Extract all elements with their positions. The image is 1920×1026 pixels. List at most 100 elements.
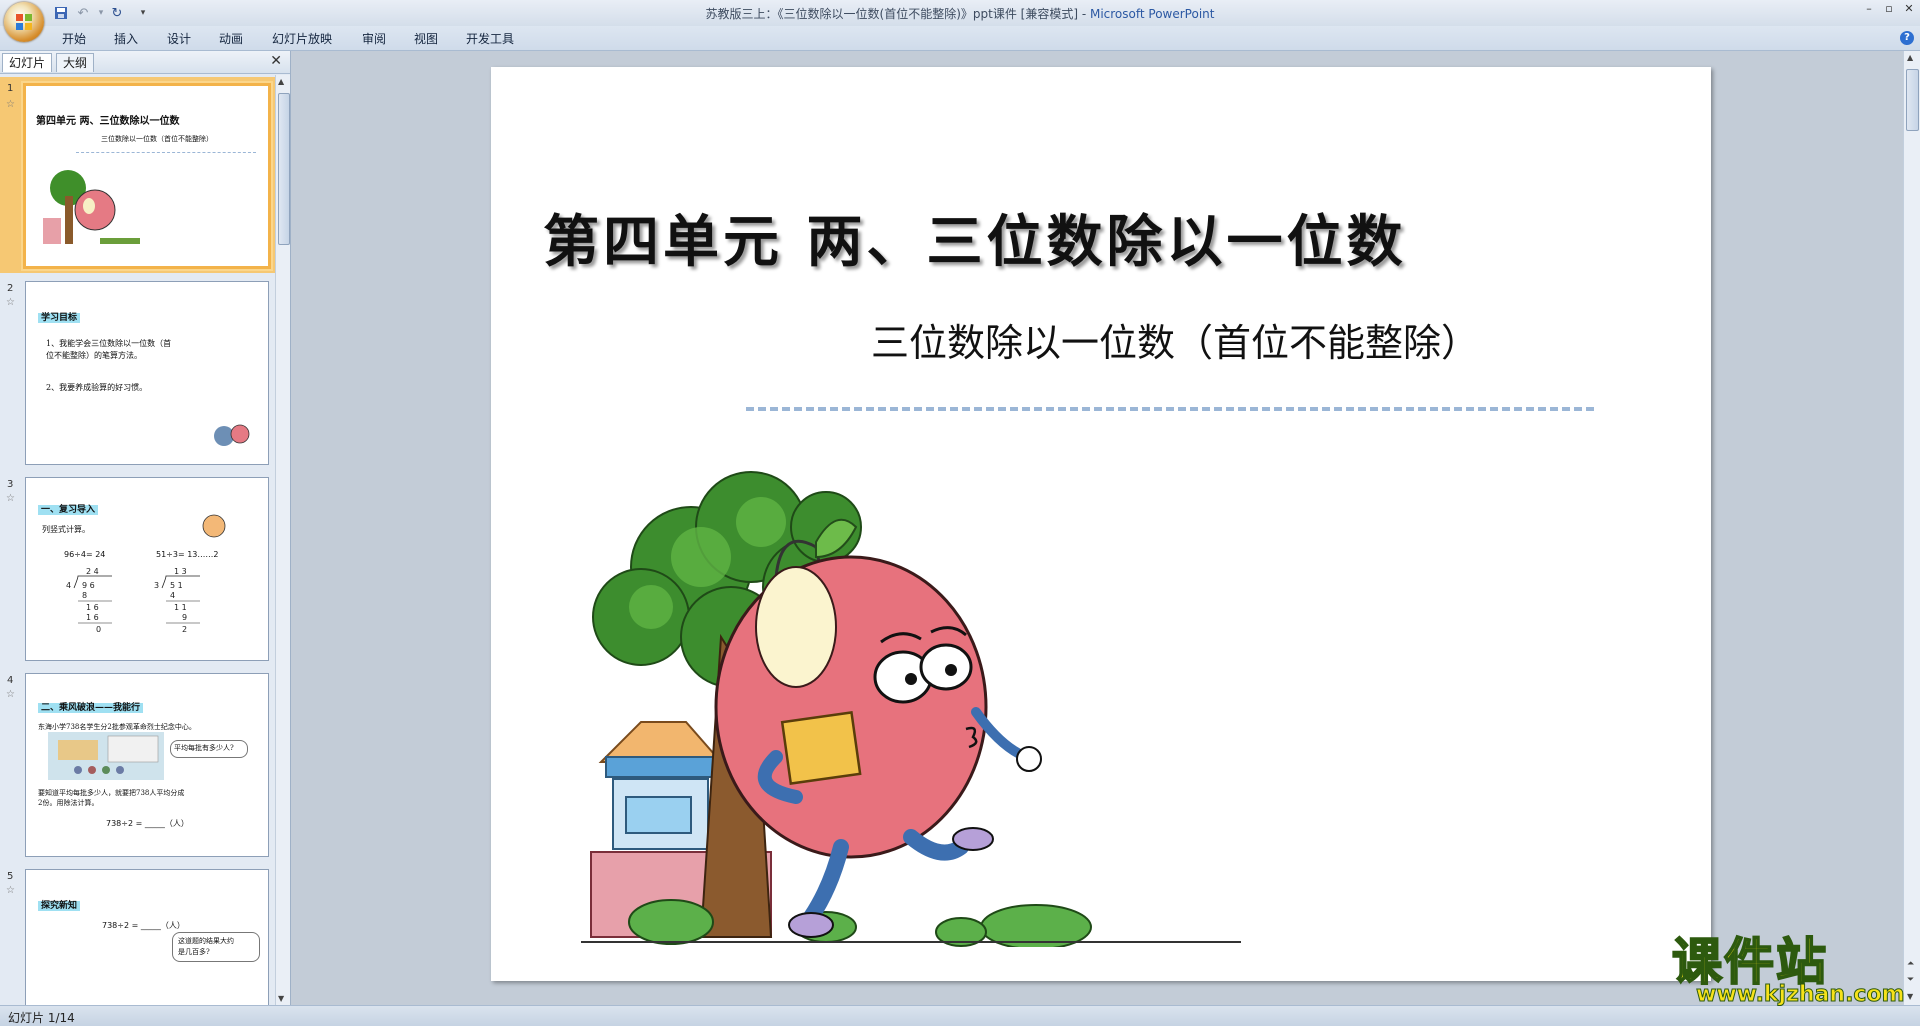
thumb-apple-illustration (43, 170, 140, 244)
thumb-character-icon (214, 424, 250, 446)
svg-text:9: 9 (182, 613, 187, 622)
svg-text:1 6: 1 6 (86, 613, 99, 622)
slide-thumbnail-2[interactable]: 学习目标 1、我能学会三位数除以一位数（首 位不能整除）的笔算方法。 2、我要养… (25, 281, 269, 465)
thumb-heading-text: 学习目标 (38, 313, 81, 323)
slide-thumbnail-1[interactable]: 第四单元 两、三位数除以一位数 三位数除以一位数（首位不能整除） (23, 83, 271, 269)
thumb-line: 2份。用除法计算。 (38, 799, 99, 807)
transition-icon: ☆ (6, 99, 15, 110)
tab-view[interactable]: 视图 (414, 30, 438, 47)
dashed-divider (746, 407, 1594, 411)
status-bar: 幻灯片 1/14 (0, 1005, 1920, 1026)
thumb-character-icon (202, 514, 226, 538)
thumb-number: 3 (7, 479, 14, 490)
thumb-line: 是几百多? (178, 948, 210, 956)
restore-icon[interactable]: ▫ (1880, 2, 1898, 16)
thumb-subtitle: 三位数除以一位数（首位不能整除） (101, 135, 213, 143)
svg-text:1 3: 1 3 (174, 567, 187, 576)
minimize-icon[interactable]: – (1860, 2, 1878, 16)
transition-icon: ☆ (6, 297, 15, 308)
slide-thumbnail-5[interactable]: 探究新知 738÷2 = _____（人） 这道题的结果大约 是几百多? (25, 869, 269, 1005)
title-app-name: Microsoft PowerPoint (1089, 7, 1215, 21)
thumb-line: 738÷2 = _____（人） (102, 921, 185, 930)
tab-slideshow[interactable]: 幻灯片放映 (272, 30, 332, 47)
thumb-title: 第四单元 两、三位数除以一位数 (36, 116, 180, 127)
tab-home[interactable]: 开始 (62, 30, 86, 47)
scroll-down-icon[interactable]: ▼ (278, 994, 284, 1003)
thumb-heading: 探究新知 (38, 898, 81, 911)
tab-outline[interactable]: 大纲 (56, 53, 95, 72)
tab-animations[interactable]: 动画 (219, 30, 243, 47)
thumb-line: 51÷3= 13……2 (156, 550, 219, 559)
slide-title[interactable]: 第四单元 两、三位数除以一位数 (543, 197, 1407, 278)
panel-close-icon[interactable]: ✕ (270, 53, 282, 69)
slide-workspace: 第四单元 两、三位数除以一位数 三位数除以一位数（首位不能整除） (291, 51, 1904, 1005)
tab-insert[interactable]: 插入 (114, 30, 138, 47)
tab-slides[interactable]: 幻灯片 (2, 53, 53, 72)
thumb-heading-text: 二、乘风破浪——我能行 (38, 703, 144, 713)
slides-panel: 幻灯片 大纲 ✕ 1 ☆ 第四单元 两、三位数除以一位数 三位数除以一位数（首位… (0, 51, 291, 1005)
transition-icon: ☆ (6, 689, 15, 700)
svg-text:4: 4 (66, 581, 71, 590)
thumb-line: 1、我能学会三位数除以一位数（首 (46, 339, 172, 348)
thumb-line: 平均每批有多少人? (174, 744, 234, 752)
thumb-heading-text: 探究新知 (38, 901, 81, 911)
thumb-line: 2、我要养成验算的好习惯。 (46, 383, 148, 392)
thumb-line: 这道题的结果大约 (178, 937, 234, 945)
thumb-heading-text: 一、复习导入 (38, 505, 99, 515)
scroll-up-icon[interactable]: ▲ (1907, 53, 1913, 62)
thumb-number: 4 (7, 675, 14, 686)
scroll-down-icon[interactable]: ▼ (1907, 992, 1913, 1001)
thumb-line: 738÷2 = _____（人） (106, 819, 189, 828)
title-bar: ↶ ▾ ↻ ▾ 苏教版三上：《三位数除以一位数(首位不能整除)》ppt课件 [兼… (0, 0, 1920, 42)
svg-text:5 1: 5 1 (170, 581, 183, 590)
slide-thumbnail-3[interactable]: 一、复习导入 列竖式计算。 96÷4= 24 51÷3= 13……2 2 4 4… (25, 477, 269, 661)
thumb-line: 列竖式计算。 (42, 525, 90, 534)
thumb-heading: 二、乘风破浪——我能行 (38, 700, 144, 713)
svg-text:2 4: 2 4 (86, 567, 99, 576)
watermark-url: www.kjzhan.com (1696, 982, 1906, 1008)
thumb-heading: 一、复习导入 (38, 502, 99, 515)
tab-design[interactable]: 设计 (167, 30, 191, 47)
thumb-line: 要知道平均每批多少人，就要把738人平均分成 (38, 789, 185, 797)
thumb-heading: 学习目标 (38, 310, 81, 323)
apple-character-illustration[interactable] (581, 467, 1241, 947)
svg-text:0: 0 (96, 625, 101, 634)
vertical-scrollbar[interactable]: ▲ ⏶ ⏷ ▼ (1903, 51, 1920, 1005)
transition-icon: ☆ (6, 885, 15, 896)
office-logo-icon (16, 14, 32, 30)
slide-counter: 幻灯片 1/14 (8, 1011, 75, 1025)
close-icon[interactable]: ✕ (1900, 2, 1918, 16)
ribbon-tabs: 开始 插入 设计 动画 幻灯片放映 审阅 视图 开发工具 ? (0, 26, 1920, 51)
svg-text:1 1: 1 1 (174, 603, 187, 612)
scroll-up-icon[interactable]: ▲ (278, 77, 284, 86)
thumb-long-division: 2 4 4 9 6 8 1 6 1 6 0 1 3 3 5 1 4 1 1 9 … (66, 567, 200, 634)
svg-text:2: 2 (182, 625, 187, 634)
next-slide-icon[interactable]: ⏷ (1907, 975, 1914, 985)
window-title: 苏教版三上：《三位数除以一位数(首位不能整除)》ppt课件 [兼容模式] - M… (0, 5, 1920, 22)
scrollbar-thumb[interactable] (1906, 69, 1919, 131)
thumb-dash-line (76, 152, 256, 153)
kjzhan-watermark: 课件站 www.kjzhan.com (1666, 922, 1905, 1008)
tab-developer[interactable]: 开发工具 (466, 30, 514, 47)
thumb-number: 1 (7, 83, 14, 94)
svg-text:1 6: 1 6 (86, 603, 99, 612)
previous-slide-icon[interactable]: ⏶ (1907, 959, 1914, 969)
thumb-school-illustration (48, 732, 164, 780)
slide-canvas[interactable]: 第四单元 两、三位数除以一位数 三位数除以一位数（首位不能整除） (491, 67, 1711, 981)
thumb-number: 5 (7, 871, 14, 882)
thumb-line: 东海小学738名学生分2批参观革命烈士纪念中心。 (38, 723, 196, 731)
thumbnail-list: 1 ☆ 第四单元 两、三位数除以一位数 三位数除以一位数（首位不能整除） 2 ☆… (0, 75, 276, 1005)
help-icon[interactable]: ? (1900, 31, 1914, 45)
slide-subtitle[interactable]: 三位数除以一位数（首位不能整除） (871, 312, 1479, 367)
panel-tabs: 幻灯片 大纲 ✕ (0, 51, 290, 74)
thumb-line: 96÷4= 24 (64, 550, 106, 559)
office-button[interactable] (4, 2, 44, 42)
transition-icon: ☆ (6, 493, 15, 504)
thumb-number: 2 (7, 283, 14, 294)
tab-review[interactable]: 审阅 (362, 30, 386, 47)
slide-thumbnail-4[interactable]: 二、乘风破浪——我能行 东海小学738名学生分2批参观革命烈士纪念中心。 平均每… (25, 673, 269, 857)
thumbnail-scrollbar[interactable]: ▲ ▼ (275, 75, 290, 1005)
scrollbar-thumb[interactable] (278, 93, 290, 245)
title-document: 苏教版三上：《三位数除以一位数(首位不能整除)》ppt课件 [兼容模式] - (705, 7, 1090, 21)
svg-text:3: 3 (154, 581, 159, 590)
